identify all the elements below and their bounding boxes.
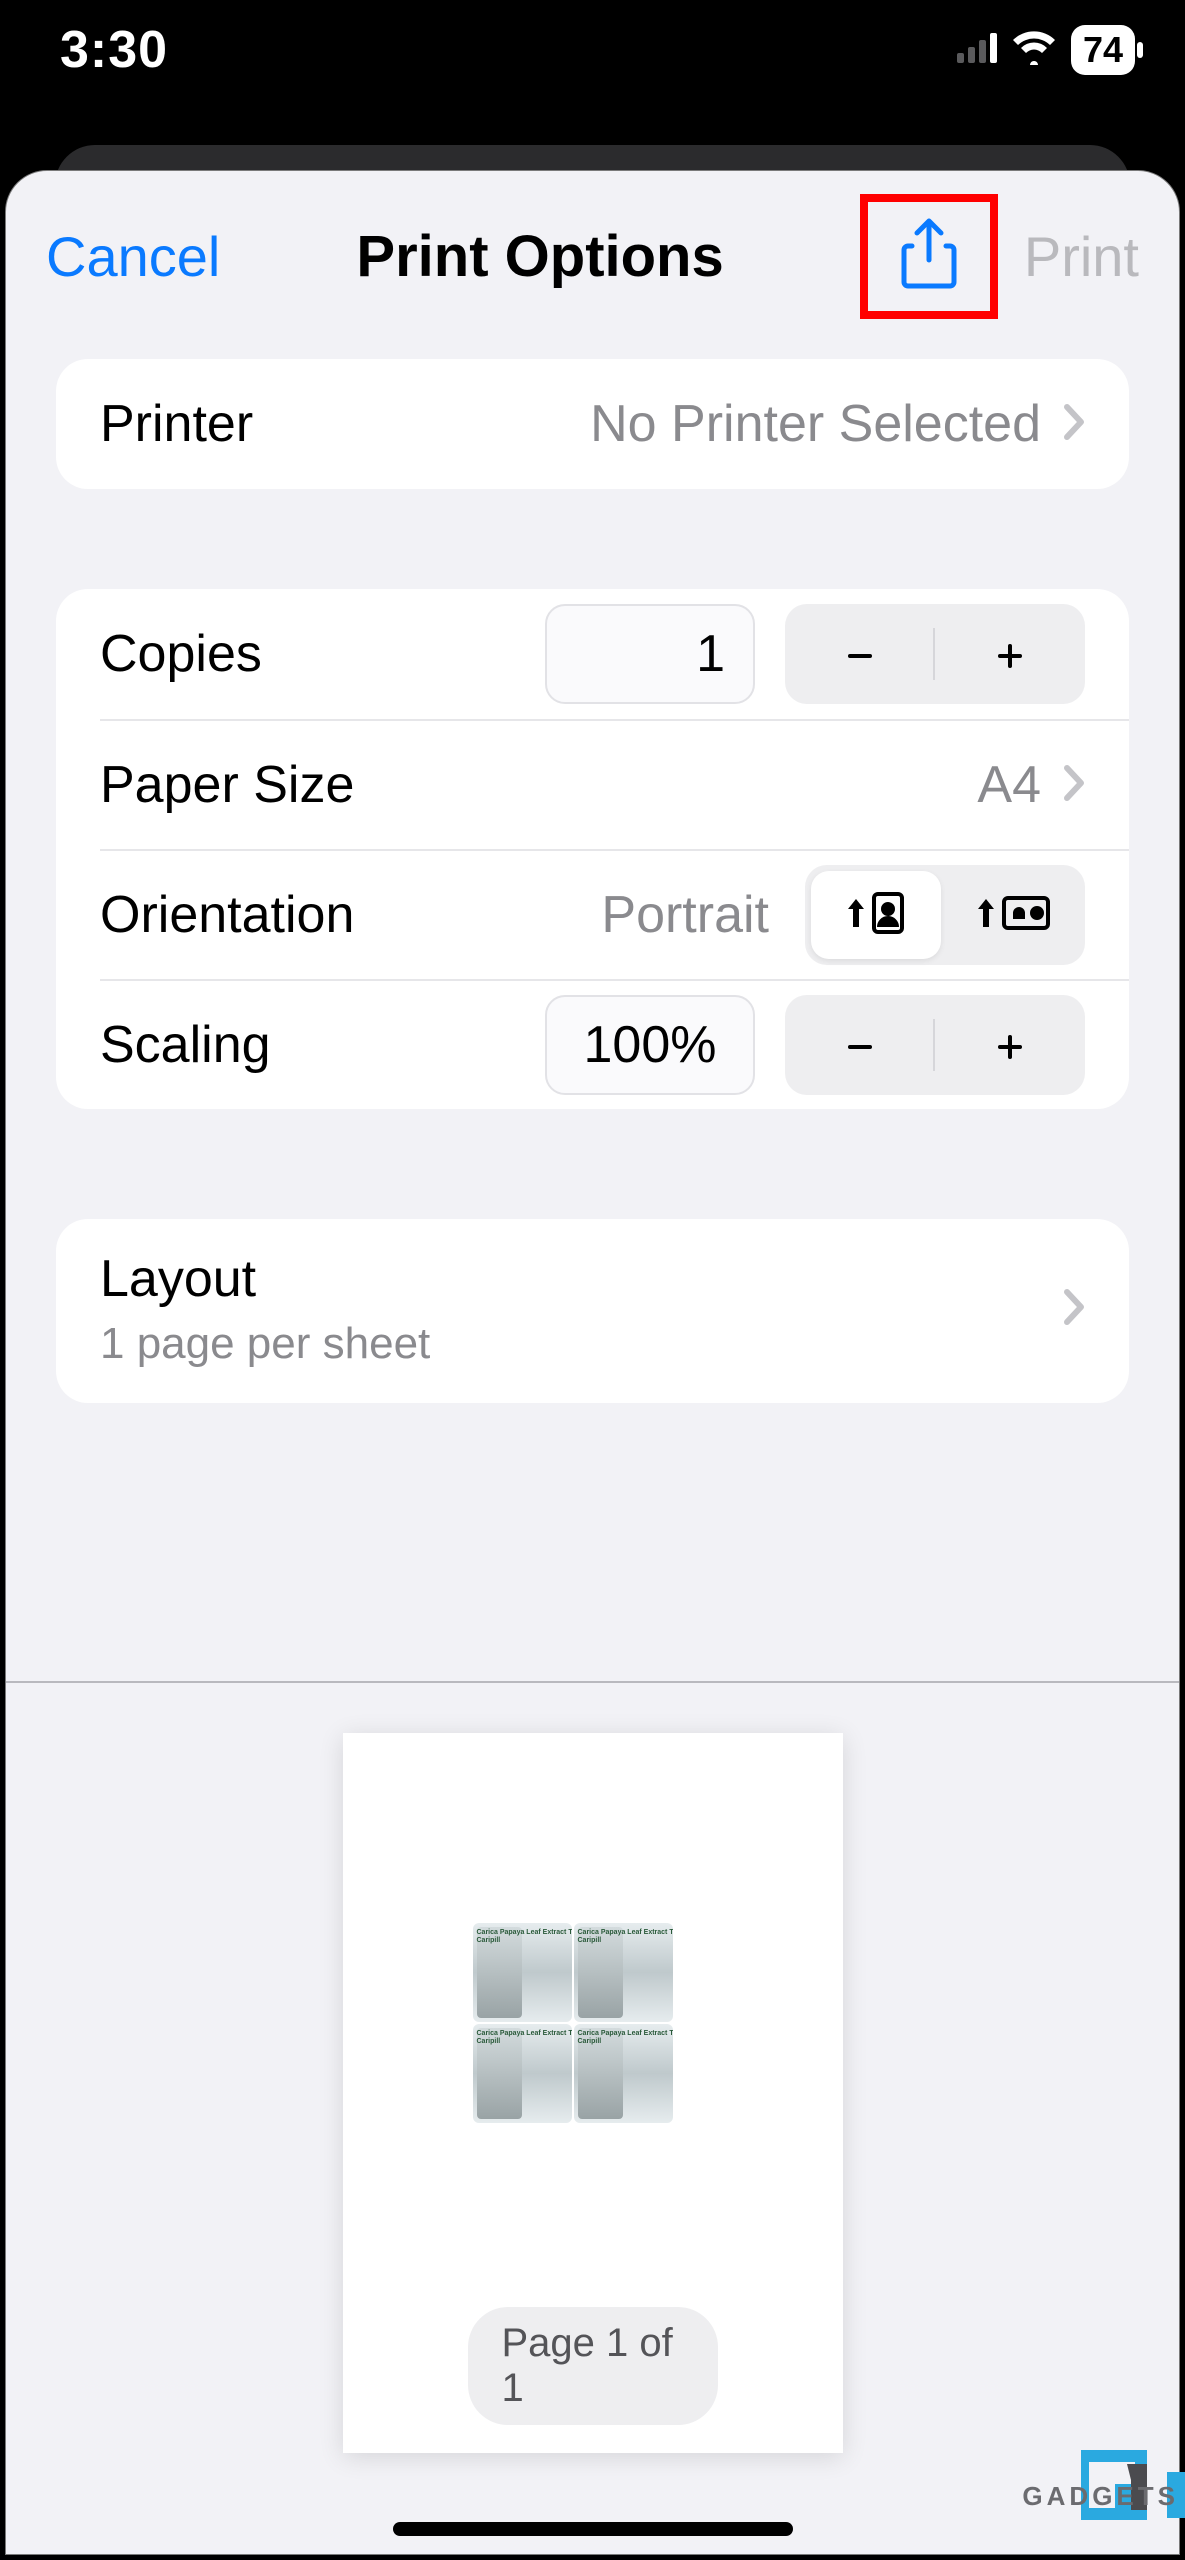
orientation-row: Orientation Portrait xyxy=(100,849,1129,979)
status-bar: 3:30 74 xyxy=(0,0,1185,100)
print-options-sheet: Cancel Print Options Print Pri xyxy=(5,170,1180,2555)
wifi-icon xyxy=(1011,31,1057,70)
orientation-landscape-button[interactable] xyxy=(949,871,1079,959)
printer-label: Printer xyxy=(100,394,253,454)
copies-increment-button[interactable] xyxy=(935,604,1085,704)
home-indicator[interactable] xyxy=(393,2522,793,2536)
scaling-increment-button[interactable] xyxy=(935,995,1085,1095)
scaling-label: Scaling xyxy=(100,1015,271,1075)
page-indicator: Page 1 of 1 xyxy=(468,2307,718,2425)
page-preview[interactable]: Page 1 of 1 xyxy=(343,1733,843,2453)
scaling-row: Scaling 100% xyxy=(100,979,1129,1109)
printer-section: Printer No Printer Selected xyxy=(56,359,1129,489)
share-button[interactable] xyxy=(860,194,998,319)
minus-icon xyxy=(842,622,878,687)
scaling-value[interactable]: 100% xyxy=(545,995,755,1095)
device-frame: 3:30 74 Cancel Print Options xyxy=(0,0,1185,2560)
preview-thumbnail xyxy=(473,1923,673,2123)
status-time: 3:30 xyxy=(60,20,168,80)
orientation-portrait-button[interactable] xyxy=(811,871,941,959)
layout-section: Layout 1 page per sheet xyxy=(56,1219,1129,1403)
watermark-text: GADGETS xyxy=(1022,2481,1179,2512)
sheet-title: Print Options xyxy=(356,223,723,290)
copies-value[interactable]: 1 xyxy=(545,604,755,704)
share-icon xyxy=(900,277,958,294)
arrow-up-icon xyxy=(977,899,995,932)
status-indicators: 74 xyxy=(957,25,1135,75)
layout-label: Layout xyxy=(100,1249,430,1309)
copies-label: Copies xyxy=(100,624,262,684)
paper-size-value: A4 xyxy=(977,755,1041,815)
orientation-value: Portrait xyxy=(601,885,769,945)
portrait-icon xyxy=(871,891,905,940)
paper-size-row[interactable]: Paper Size A4 xyxy=(100,719,1129,849)
scaling-decrement-button[interactable] xyxy=(785,995,935,1095)
printer-value: No Printer Selected xyxy=(590,394,1041,454)
chevron-right-icon xyxy=(1063,755,1085,815)
orientation-label: Orientation xyxy=(100,885,354,945)
scaling-stepper xyxy=(785,995,1085,1095)
orientation-segmented xyxy=(805,865,1085,965)
copies-stepper xyxy=(785,604,1085,704)
chevron-right-icon xyxy=(1063,1288,1085,1331)
plus-icon xyxy=(992,1013,1028,1078)
print-button[interactable]: Print xyxy=(1024,224,1139,289)
layout-row[interactable]: Layout 1 page per sheet xyxy=(56,1219,1129,1403)
print-preview-area: Page 1 of 1 xyxy=(6,1681,1179,2554)
printer-row[interactable]: Printer No Printer Selected xyxy=(56,359,1129,489)
cancel-button[interactable]: Cancel xyxy=(46,224,220,289)
landscape-icon xyxy=(1001,895,1051,936)
paper-size-label: Paper Size xyxy=(100,755,354,815)
cellular-icon xyxy=(957,33,997,68)
layout-subtitle: 1 page per sheet xyxy=(100,1319,430,1369)
chevron-right-icon xyxy=(1063,394,1085,454)
battery-indicator: 74 xyxy=(1071,25,1135,75)
arrow-up-icon xyxy=(847,899,865,932)
watermark-logo: GADGETS xyxy=(1081,2450,1185,2520)
print-settings-section: Copies 1 Paper Size xyxy=(56,589,1129,1109)
copies-row: Copies 1 xyxy=(56,589,1129,719)
plus-icon xyxy=(992,622,1028,687)
copies-decrement-button[interactable] xyxy=(785,604,935,704)
minus-icon xyxy=(842,1013,878,1078)
nav-header: Cancel Print Options Print xyxy=(6,171,1179,341)
